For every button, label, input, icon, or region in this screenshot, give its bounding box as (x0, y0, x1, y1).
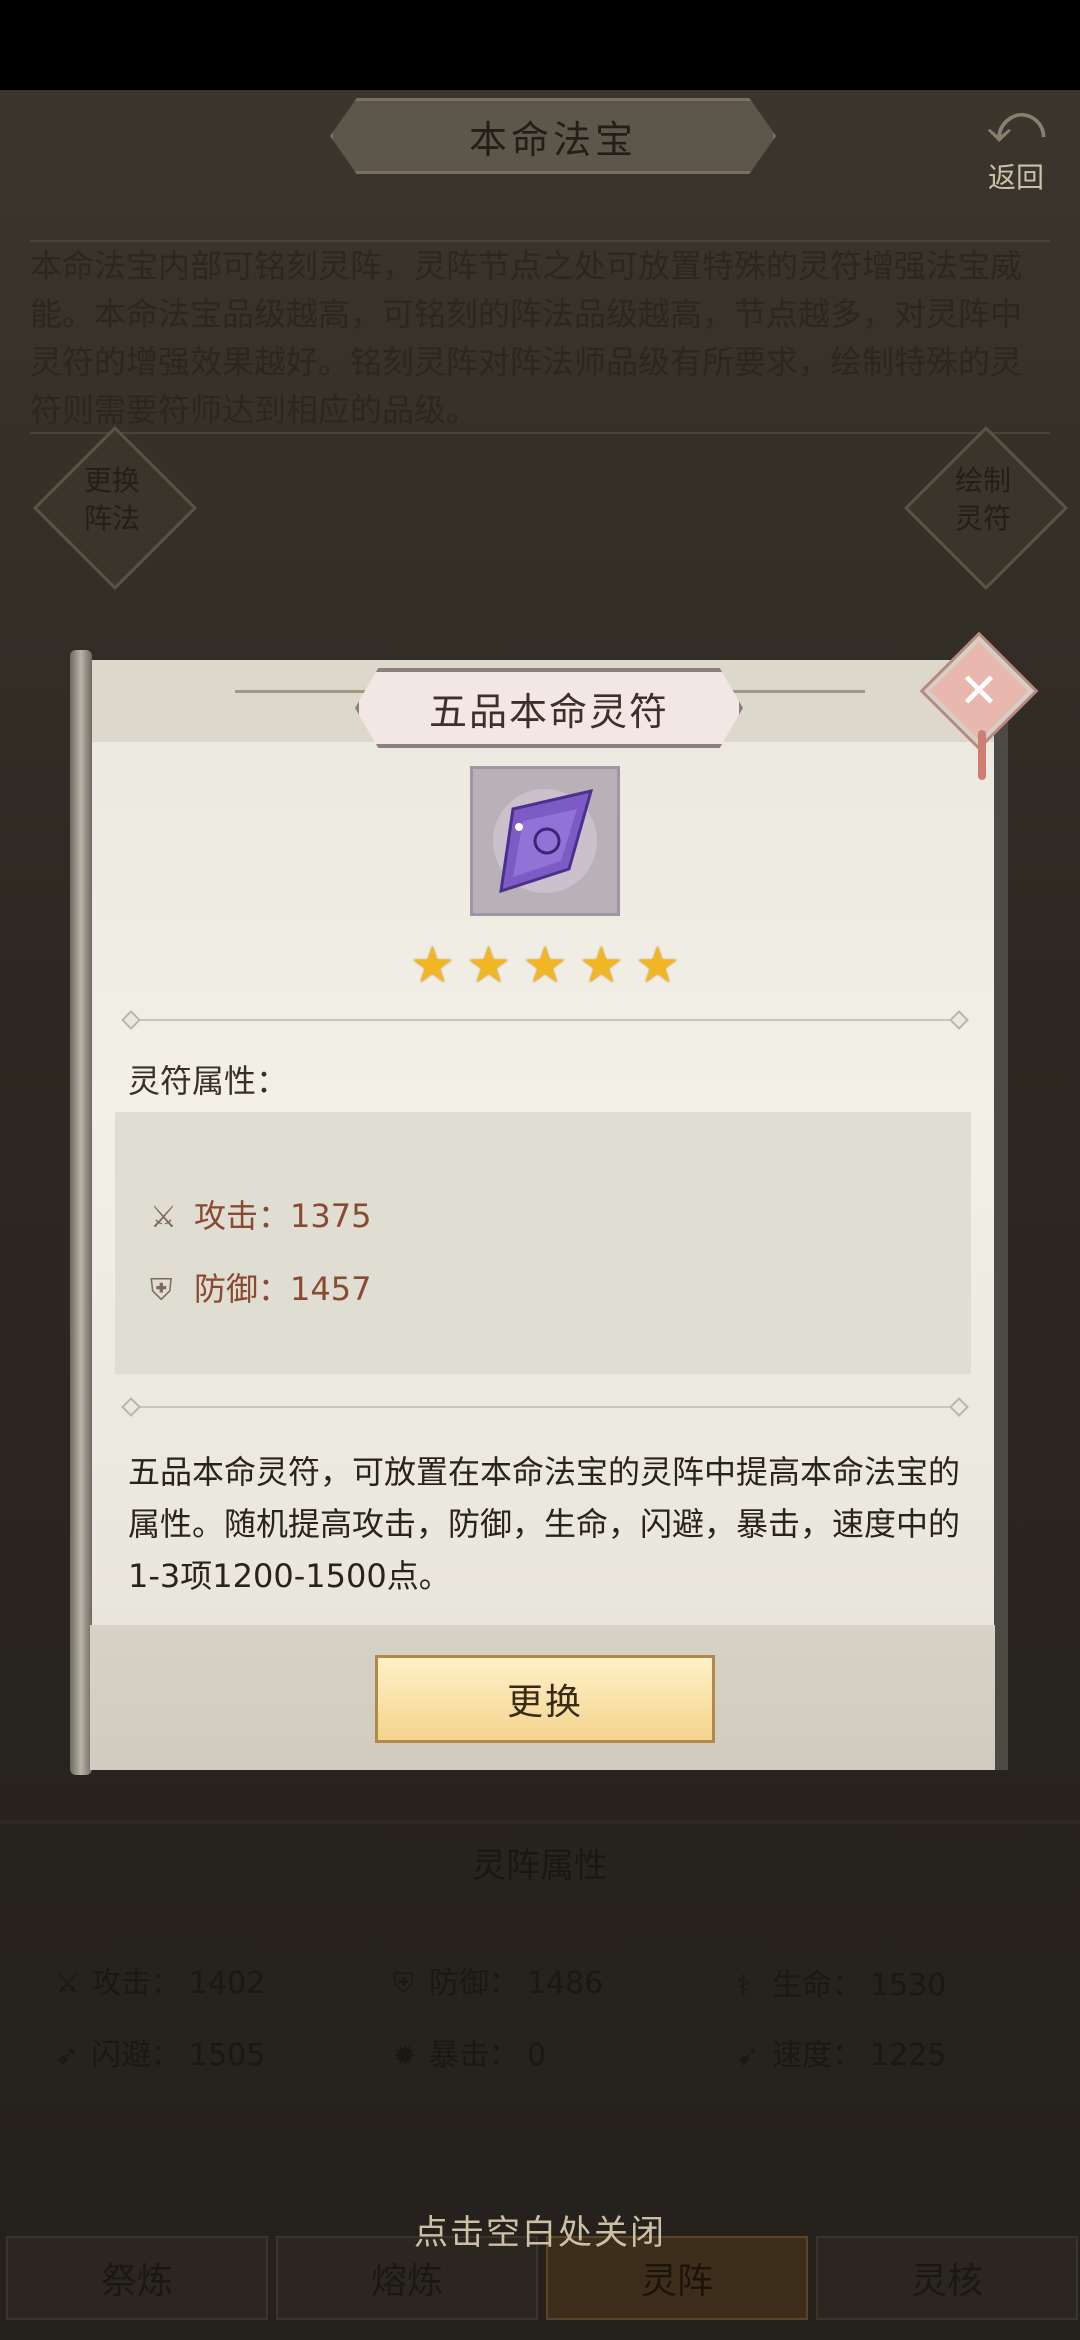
draw-talisman-label: 绘制 灵符 (954, 464, 1011, 535)
talisman-scroll-icon (493, 788, 597, 894)
talisman-attributes-box (115, 1112, 971, 1374)
array-attributes-title: 灵阵属性 (472, 1846, 608, 1886)
star-rating: ★ ★ ★ ★ ★ (410, 940, 680, 990)
array-attr-life: ⚕ 生命： 1530 (736, 1968, 947, 2003)
life-icon: ⚕ (736, 1969, 752, 2002)
close-hint[interactable]: 点击空白处关闭 (0, 2205, 1080, 2254)
star-icon: ★ (410, 936, 455, 994)
shield-icon: ⛨ (393, 1967, 415, 2000)
replace-button[interactable]: 更换 (375, 1655, 715, 1743)
array-attr-attack: ⚔ 攻击： 1402 (55, 1966, 266, 2001)
title-ornament-right (715, 690, 865, 693)
star-icon: ★ (635, 936, 680, 994)
star-icon: ★ (522, 936, 568, 994)
stat-defense: ⛨ 防御：1457 (150, 1270, 372, 1308)
shield-icon: ⛨ (150, 1273, 173, 1308)
star-icon: ★ (466, 936, 512, 994)
divider-bottom (130, 1406, 960, 1408)
title-ornament-left (235, 690, 375, 693)
stat-attack: ⚔ 攻击：1375 (150, 1197, 372, 1235)
sword-icon: ⚔ (150, 1200, 177, 1235)
scroll-roller-left (70, 650, 92, 1775)
dodge-icon: ➶ (55, 2039, 79, 2072)
talisman-item-icon (470, 766, 620, 916)
array-attr-speed: ➹ 速度： 1225 (736, 2038, 947, 2073)
tassel-decoration (978, 730, 986, 780)
talisman-description: 五品本命灵符，可放置在本命法宝的灵阵中提高本命法宝的属性。随机提高攻击，防御，生… (128, 1453, 961, 1595)
array-attr-defense: ⛨ 防御： 1486 (393, 1966, 604, 2001)
change-formation-label: 更换 阵法 (83, 464, 140, 535)
speed-icon: ➹ (736, 2039, 760, 2072)
divider-top (130, 1019, 960, 1021)
sword-icon: ⚔ (55, 1967, 81, 2000)
status-bar (0, 0, 1080, 90)
page-title: 本命法宝 (330, 98, 776, 174)
back-button[interactable]: ⤺ 返回 (966, 91, 1066, 195)
crit-icon: ✹ (393, 2039, 417, 2072)
back-arrow-icon: ⤺ (986, 91, 1046, 156)
scroll-edge-right (994, 660, 1008, 1770)
modal-title: 五品本命灵符 (355, 668, 743, 748)
talisman-attributes-label: 灵符属性： (128, 1062, 289, 1100)
back-label: 返回 (987, 161, 1044, 194)
treasure-description: 本命法宝内部可铭刻灵阵，灵阵节点之处可放置特殊的灵符增强法宝威能。本命法宝品级越… (30, 240, 1050, 434)
star-icon: ★ (578, 936, 624, 994)
array-attr-dodge: ➶ 闪避： 1505 (55, 2038, 266, 2073)
array-attr-crit: ✹ 暴击： 0 (393, 2038, 547, 2073)
close-icon[interactable]: ✕ (940, 652, 1018, 730)
